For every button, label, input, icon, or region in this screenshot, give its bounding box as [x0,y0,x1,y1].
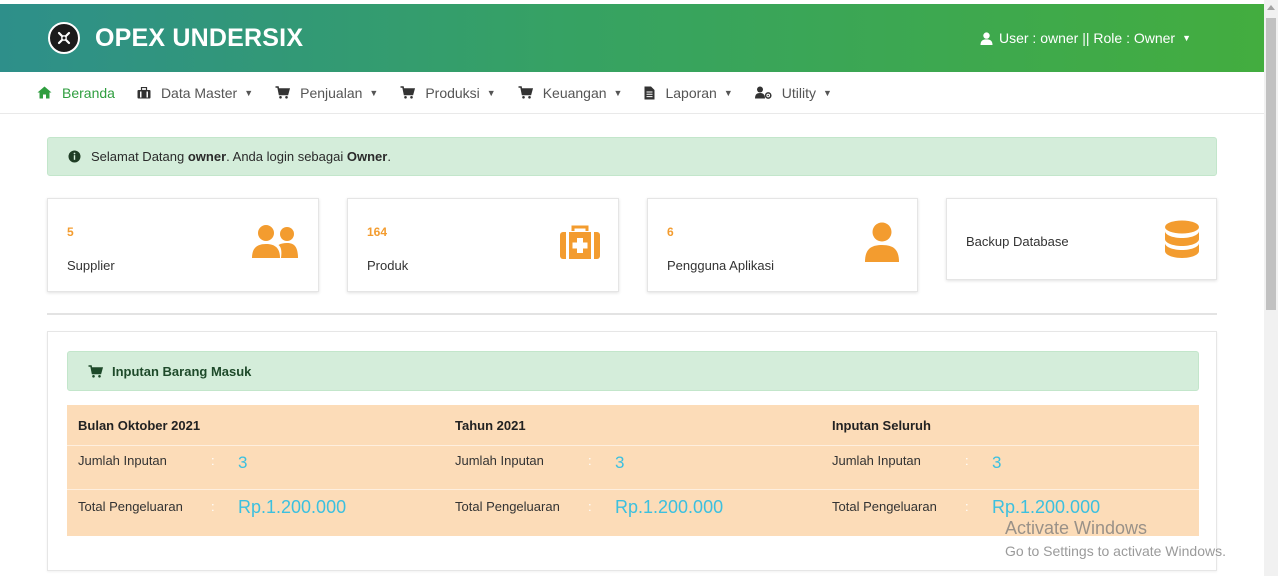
menu-label: Keuangan [542,84,607,101]
column-title: Inputan Seluruh [832,418,931,433]
menu-label: Produksi [425,84,480,101]
total-pengeluaran-value: Rp.1.200.000 [992,497,1101,517]
caret-down-icon: ▼ [1182,33,1191,43]
menu-item-utility[interactable]: Utility ▼ [754,84,832,101]
colon: : [211,453,215,468]
stat-card-pengguna[interactable]: 6 Pengguna Aplikasi [647,198,918,292]
caret-down-icon: ▼ [244,87,254,98]
caret-down-icon: ▼ [613,87,623,98]
welcome-alert: Selamat Datang owner. Anda login sebagai… [47,137,1217,176]
info-circle-icon [68,150,81,163]
alert-username: owner [187,149,227,164]
colon: : [965,499,969,514]
menu-item-beranda[interactable]: Beranda [37,85,115,101]
menu-label: Utility [781,84,817,101]
total-pengeluaran-label: Total Pengeluaran [78,499,183,514]
caret-down-icon: ▼ [369,87,379,98]
stats-column-seluruh: Inputan Seluruh Jumlah Inputan : 3 Total… [821,405,1181,536]
menu-label: Penjualan [300,84,363,101]
file-icon [644,86,655,100]
card-label: Pengguna Aplikasi [667,258,774,273]
cart-icon [88,364,103,378]
scroll-up-icon[interactable] [1267,5,1275,10]
panel-header: Inputan Barang Masuk [67,351,1199,391]
users-icon [251,224,299,265]
stat-card-produk[interactable]: 164 Produk [347,198,619,292]
medkit-icon [560,225,600,264]
caret-down-icon: ▼ [823,87,832,98]
cart-icon [518,86,533,99]
jumlah-inputan-value: 3 [238,453,248,472]
scrollbar-thumb[interactable] [1266,18,1276,310]
brand[interactable]: OPEX UNDERSIX [48,22,303,54]
stats-table: Bulan Oktober 2021 Jumlah Inputan : 3 To… [67,405,1199,536]
brand-title: OPEX UNDERSIX [95,23,304,52]
total-pengeluaran-label: Total Pengeluaran [832,499,937,514]
stat-card-supplier[interactable]: 5 Supplier [47,198,319,292]
caret-down-icon: ▼ [486,87,496,98]
card-label: Backup Database [966,234,1069,249]
panel-title: Inputan Barang Masuk [112,363,252,379]
total-pengeluaran-label: Total Pengeluaran [455,499,560,514]
stats-column-tahun: Tahun 2021 Jumlah Inputan : 3 Total Peng… [444,405,804,536]
jumlah-inputan-label: Jumlah Inputan [455,453,544,468]
card-count: 164 [367,225,388,239]
menu-label: Laporan [665,84,717,101]
column-title: Bulan Oktober 2021 [78,418,201,433]
menu-item-keuangan[interactable]: Keuangan ▼ [518,84,623,101]
card-count: 5 [67,225,74,239]
card-label: Produk [367,258,409,273]
menu-item-penjualan[interactable]: Penjualan ▼ [275,85,378,101]
caret-down-icon: ▼ [723,87,733,98]
card-count: 6 [667,225,674,239]
menu-label: Beranda [62,84,115,101]
jumlah-inputan-value: 3 [615,453,625,472]
cart-icon [275,86,291,99]
cart-icon [400,86,416,99]
alert-role: Owner [346,149,388,164]
inputan-barang-masuk-panel: Inputan Barang Masuk Bulan Oktober 2021 … [47,331,1217,571]
user-menu-label: User : owner || Role : Owner [998,30,1176,46]
user-icon [980,31,993,45]
menu-label: Data Master [160,84,238,101]
menu-item-data-master[interactable]: Data Master ▼ [137,85,253,101]
briefcase-icon [137,86,151,99]
stats-column-bulan: Bulan Oktober 2021 Jumlah Inputan : 3 To… [67,405,427,536]
colon: : [965,453,969,468]
jumlah-inputan-label: Jumlah Inputan [78,453,167,468]
page-scrollbar[interactable] [1264,0,1278,576]
total-pengeluaran-value: Rp.1.200.000 [238,497,347,517]
user-icon [864,222,900,267]
colon: : [588,453,592,468]
total-pengeluaran-value: Rp.1.200.000 [615,497,724,517]
database-icon [1164,220,1200,267]
column-title: Tahun 2021 [455,418,526,433]
menu-item-laporan[interactable]: Laporan ▼ [644,84,733,101]
stat-card-backup-database[interactable]: Backup Database [946,198,1217,280]
colon: : [211,499,215,514]
colon: : [588,499,592,514]
home-icon [37,86,52,99]
alert-text: Selamat Datang owner. Anda login sebagai… [91,149,391,164]
user-cog-icon [754,86,772,99]
jumlah-inputan-label: Jumlah Inputan [832,453,921,468]
brand-logo-icon [48,22,80,54]
menu-item-produksi[interactable]: Produksi ▼ [400,84,496,101]
top-navbar: OPEX UNDERSIX User : owner || Role : Own… [0,4,1264,72]
user-menu-dropdown[interactable]: User : owner || Role : Owner ▼ [980,4,1191,72]
main-menu: Beranda Data Master ▼ Penjualan ▼ Produk… [0,72,1264,114]
jumlah-inputan-value: 3 [992,453,1002,472]
card-label: Supplier [67,258,115,273]
section-divider [47,313,1217,315]
